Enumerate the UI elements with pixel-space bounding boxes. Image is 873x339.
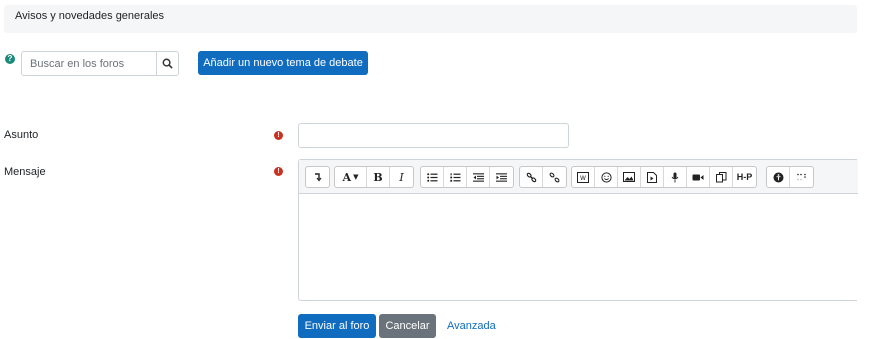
toolbar-group-lists	[420, 166, 514, 188]
toolbar-group-collapse	[305, 166, 330, 188]
font-style-icon: A	[342, 170, 352, 184]
outdent-icon[interactable]	[467, 167, 490, 187]
h5p-label: H-P	[736, 172, 753, 182]
manage-files-icon[interactable]	[710, 167, 733, 187]
add-topic-button[interactable]: Añadir un nuevo tema de debate	[198, 51, 368, 75]
record-audio-icon[interactable]	[664, 167, 687, 187]
svg-text:W: W	[580, 175, 586, 182]
screenreader-helper-icon[interactable]	[790, 167, 813, 187]
search-button[interactable]	[156, 52, 178, 75]
unlink-icon[interactable]	[543, 167, 566, 187]
font-style-button[interactable]: A ▼	[335, 167, 367, 187]
help-icon[interactable]: ?	[5, 54, 15, 64]
subject-label: Asunto	[4, 129, 39, 141]
h5p-icon[interactable]: H-P	[733, 167, 756, 187]
message-textarea[interactable]	[299, 194, 858, 300]
bold-button[interactable]: B	[367, 167, 390, 187]
indent-icon[interactable]	[490, 167, 513, 187]
toolbar-group-media: W H-P	[571, 166, 757, 188]
toolbar-group-links	[519, 166, 567, 188]
media-icon[interactable]	[641, 167, 664, 187]
link-icon[interactable]	[520, 167, 543, 187]
ordered-list-icon[interactable]	[444, 167, 467, 187]
media-manager-icon[interactable]: W	[572, 167, 595, 187]
toolbar-group-style: A ▼ B I	[334, 166, 414, 188]
message-editor: A ▼ B I W H-P	[298, 159, 858, 301]
cancel-button[interactable]: Cancelar	[379, 314, 436, 338]
collapse-icon[interactable]	[306, 167, 329, 187]
accessibility-checker-icon[interactable]	[767, 167, 790, 187]
image-icon[interactable]	[618, 167, 641, 187]
required-icon: !	[274, 167, 283, 176]
breadcrumb-bar: Avisos y novedades generales	[4, 5, 857, 33]
unordered-list-icon[interactable]	[421, 167, 444, 187]
record-video-icon[interactable]	[687, 167, 710, 187]
editor-toolbar: A ▼ B I W H-P	[299, 160, 858, 194]
toolbar-group-accessibility	[766, 166, 814, 188]
bold-icon: B	[373, 170, 383, 184]
required-icon: !	[274, 131, 283, 140]
advanced-link[interactable]: Avanzada	[447, 320, 496, 332]
subject-input[interactable]	[298, 123, 569, 148]
breadcrumb: Avisos y novedades generales	[15, 10, 165, 22]
submit-button[interactable]: Enviar al foro	[298, 314, 376, 338]
italic-icon: I	[399, 170, 404, 184]
search-input[interactable]	[22, 52, 157, 75]
italic-button[interactable]: I	[390, 167, 413, 187]
emoticon-icon[interactable]	[595, 167, 618, 187]
message-label: Mensaje	[4, 166, 46, 178]
search-forums	[21, 51, 179, 76]
search-icon	[162, 58, 173, 69]
